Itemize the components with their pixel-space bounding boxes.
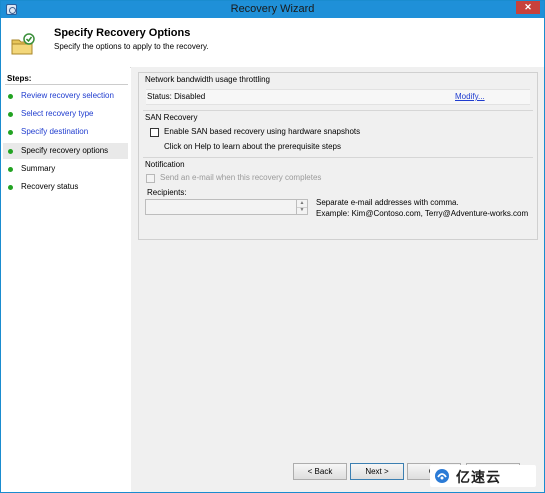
page-heading: Specify Recovery Options <box>54 27 191 39</box>
san-section-title: SAN Recovery <box>145 113 198 122</box>
step-review-recovery-selection[interactable]: Review recovery selection <box>3 88 128 104</box>
step-label: Review recovery selection <box>21 91 114 100</box>
step-status-dot-icon <box>8 167 13 172</box>
recipients-scroll[interactable]: ▲ ▼ <box>296 199 308 215</box>
step-label: Summary <box>21 164 56 173</box>
san-recovery-label: Enable SAN based recovery using hardware… <box>164 127 361 136</box>
step-status-dot-icon <box>8 130 13 135</box>
step-status-dot-icon <box>8 112 13 117</box>
wizard-header: Specify Recovery Options Specify the opt… <box>1 18 544 68</box>
san-recovery-checkbox[interactable] <box>150 128 159 137</box>
steps-divider <box>5 84 128 85</box>
modify-link[interactable]: Modify... <box>455 92 485 101</box>
send-email-checkbox[interactable] <box>146 174 155 183</box>
bandwidth-status-bar: Status: Disabled Modify... <box>146 89 530 105</box>
options-area: Network bandwidth usage throttling Statu… <box>131 67 544 454</box>
section-divider <box>143 157 533 158</box>
step-status-dot-icon <box>8 149 13 154</box>
step-select-recovery-type[interactable]: Select recovery type <box>3 106 128 122</box>
san-help-text: Click on Help to learn about the prerequ… <box>164 142 341 151</box>
step-recovery-status: Recovery status <box>3 179 128 195</box>
close-icon[interactable]: ✕ <box>516 1 540 14</box>
folder-recovery-icon <box>11 33 35 55</box>
step-label: Select recovery type <box>21 109 94 118</box>
notification-section-title: Notification <box>145 160 185 169</box>
step-specify-destination[interactable]: Specify destination <box>3 124 128 140</box>
watermark: 亿速云 <box>430 465 536 487</box>
step-specify-recovery-options[interactable]: Specify recovery options <box>3 143 128 159</box>
window-title: Recovery Wizard <box>230 3 315 15</box>
title-bar[interactable]: Recovery Wizard ✕ <box>1 1 544 18</box>
bandwidth-status: Status: Disabled <box>147 92 206 101</box>
recipients-label: Recipients: <box>147 188 187 197</box>
wizard-footer: < Back Next > Ca 亿速云 <box>131 454 544 492</box>
watermark-logo-icon <box>435 469 449 483</box>
step-status-dot-icon <box>8 185 13 190</box>
watermark-text: 亿速云 <box>456 469 501 485</box>
bandwidth-section-title: Network bandwidth usage throttling <box>145 75 270 84</box>
send-email-label: Send an e-mail when this recovery comple… <box>160 173 322 182</box>
step-status-dot-icon <box>8 94 13 99</box>
step-label: Specify destination <box>21 127 89 136</box>
recipients-input[interactable] <box>145 199 306 215</box>
step-summary: Summary <box>3 161 128 177</box>
back-button[interactable]: < Back <box>293 463 347 480</box>
scroll-down-icon[interactable]: ▼ <box>297 207 307 214</box>
step-label: Recovery status <box>21 182 79 191</box>
options-panel: Network bandwidth usage throttling Statu… <box>138 72 538 240</box>
next-button[interactable]: Next > <box>350 463 404 480</box>
page-subheading: Specify the options to apply to the reco… <box>54 42 209 51</box>
recovery-wizard-window: Recovery Wizard ✕ Specify Recovery Optio… <box>0 0 545 493</box>
recipients-hint-line2: Example: Kim@Contoso.com, Terry@Adventur… <box>316 209 529 218</box>
steps-sidebar: Steps: Review recovery selection Select … <box>1 67 130 492</box>
step-label: Specify recovery options <box>21 146 109 155</box>
steps-label: Steps: <box>7 74 32 83</box>
recipients-hint-line1: Separate e-mail addresses with comma. <box>316 198 459 207</box>
section-divider <box>143 110 533 111</box>
